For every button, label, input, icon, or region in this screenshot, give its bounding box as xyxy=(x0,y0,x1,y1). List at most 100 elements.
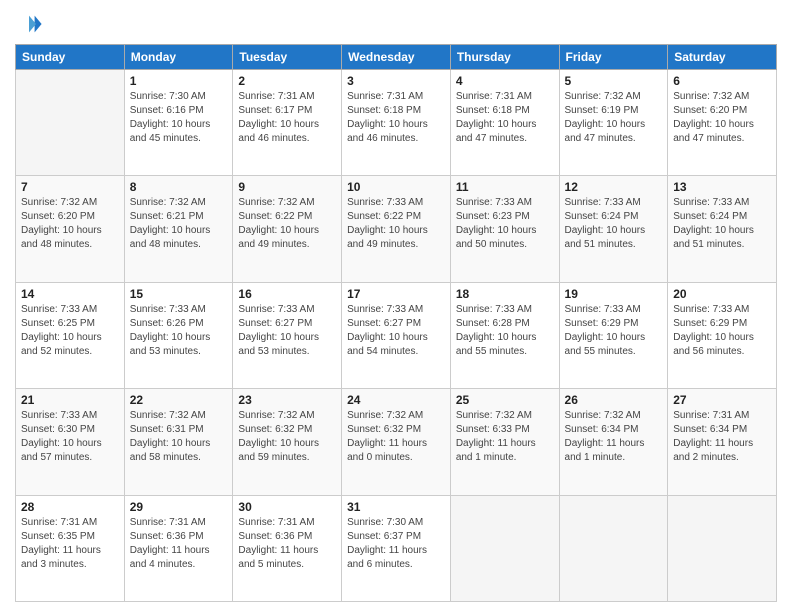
day-info: Sunrise: 7:31 AMSunset: 6:18 PMDaylight:… xyxy=(456,90,554,146)
day-info: Sunrise: 7:33 AMSunset: 6:24 PMDaylight:… xyxy=(565,196,663,252)
day-info: Sunrise: 7:32 AMSunset: 6:34 PMDaylight:… xyxy=(565,409,663,465)
day-number: 13 xyxy=(673,180,771,194)
day-info: Sunrise: 7:32 AMSunset: 6:21 PMDaylight:… xyxy=(130,196,228,252)
page: SundayMondayTuesdayWednesdayThursdayFrid… xyxy=(0,0,792,612)
calendar-cell: 17 Sunrise: 7:33 AMSunset: 6:27 PMDayligh… xyxy=(342,282,451,388)
calendar-cell: 26 Sunrise: 7:32 AMSunset: 6:34 PMDayligh… xyxy=(559,389,668,495)
calendar-cell: 5 Sunrise: 7:32 AMSunset: 6:19 PMDaylight… xyxy=(559,70,668,176)
day-info: Sunrise: 7:33 AMSunset: 6:30 PMDaylight:… xyxy=(21,409,119,465)
calendar-cell: 4 Sunrise: 7:31 AMSunset: 6:18 PMDaylight… xyxy=(450,70,559,176)
day-number: 25 xyxy=(456,393,554,407)
calendar-week-3: 14 Sunrise: 7:33 AMSunset: 6:25 PMDayligh… xyxy=(16,282,777,388)
calendar-week-1: 1 Sunrise: 7:30 AMSunset: 6:16 PMDaylight… xyxy=(16,70,777,176)
calendar-cell: 13 Sunrise: 7:33 AMSunset: 6:24 PMDayligh… xyxy=(668,176,777,282)
day-number: 12 xyxy=(565,180,663,194)
day-info: Sunrise: 7:33 AMSunset: 6:25 PMDaylight:… xyxy=(21,303,119,359)
calendar-cell: 6 Sunrise: 7:32 AMSunset: 6:20 PMDaylight… xyxy=(668,70,777,176)
calendar-cell: 8Sunrise: 7:32 AMSunset: 6:21 PMDaylight… xyxy=(124,176,233,282)
day-info: Sunrise: 7:31 AMSunset: 6:36 PMDaylight:… xyxy=(130,516,228,572)
calendar-cell: 16 Sunrise: 7:33 AMSunset: 6:27 PMDayligh… xyxy=(233,282,342,388)
day-info: Sunrise: 7:30 AMSunset: 6:37 PMDaylight:… xyxy=(347,516,445,572)
day-number: 26 xyxy=(565,393,663,407)
day-number: 3 xyxy=(347,74,445,88)
day-number: 5 xyxy=(565,74,663,88)
header-day-wednesday: Wednesday xyxy=(342,45,451,70)
header-day-sunday: Sunday xyxy=(16,45,125,70)
calendar-cell: 21 Sunrise: 7:33 AMSunset: 6:30 PMDayligh… xyxy=(16,389,125,495)
day-number: 30 xyxy=(238,500,336,514)
calendar-cell: 10 Sunrise: 7:33 AMSunset: 6:22 PMDayligh… xyxy=(342,176,451,282)
day-info: Sunrise: 7:32 AMSunset: 6:32 PMDaylight:… xyxy=(238,409,336,465)
day-number: 19 xyxy=(565,287,663,301)
day-number: 10 xyxy=(347,180,445,194)
day-info: Sunrise: 7:32 AMSunset: 6:33 PMDaylight:… xyxy=(456,409,554,465)
calendar-cell: 24Sunrise: 7:32 AMSunset: 6:32 PMDayligh… xyxy=(342,389,451,495)
calendar-week-4: 21 Sunrise: 7:33 AMSunset: 6:30 PMDayligh… xyxy=(16,389,777,495)
calendar-cell: 12 Sunrise: 7:33 AMSunset: 6:24 PMDayligh… xyxy=(559,176,668,282)
day-number: 22 xyxy=(130,393,228,407)
day-number: 17 xyxy=(347,287,445,301)
calendar-week-2: 7 Sunrise: 7:32 AMSunset: 6:20 PMDaylight… xyxy=(16,176,777,282)
calendar-cell: 2Sunrise: 7:31 AMSunset: 6:17 PMDaylight… xyxy=(233,70,342,176)
day-number: 4 xyxy=(456,74,554,88)
calendar-cell: 14 Sunrise: 7:33 AMSunset: 6:25 PMDayligh… xyxy=(16,282,125,388)
day-info: Sunrise: 7:33 AMSunset: 6:26 PMDaylight:… xyxy=(130,303,228,359)
header-day-friday: Friday xyxy=(559,45,668,70)
day-info: Sunrise: 7:33 AMSunset: 6:29 PMDaylight:… xyxy=(565,303,663,359)
calendar-week-5: 28 Sunrise: 7:31 AMSunset: 6:35 PMDayligh… xyxy=(16,495,777,601)
day-info: Sunrise: 7:31 AMSunset: 6:35 PMDaylight:… xyxy=(21,516,119,572)
calendar-cell xyxy=(16,70,125,176)
day-number: 11 xyxy=(456,180,554,194)
calendar-cell: 27 Sunrise: 7:31 AMSunset: 6:34 PMDayligh… xyxy=(668,389,777,495)
day-info: Sunrise: 7:30 AMSunset: 6:16 PMDaylight:… xyxy=(130,90,228,146)
header-day-thursday: Thursday xyxy=(450,45,559,70)
day-info: Sunrise: 7:33 AMSunset: 6:23 PMDaylight:… xyxy=(456,196,554,252)
calendar-cell: 25 Sunrise: 7:32 AMSunset: 6:33 PMDayligh… xyxy=(450,389,559,495)
day-info: Sunrise: 7:31 AMSunset: 6:17 PMDaylight:… xyxy=(238,90,336,146)
calendar-cell: 7 Sunrise: 7:32 AMSunset: 6:20 PMDaylight… xyxy=(16,176,125,282)
calendar-cell: 28 Sunrise: 7:31 AMSunset: 6:35 PMDayligh… xyxy=(16,495,125,601)
day-info: Sunrise: 7:33 AMSunset: 6:24 PMDaylight:… xyxy=(673,196,771,252)
calendar-cell: 19 Sunrise: 7:33 AMSunset: 6:29 PMDayligh… xyxy=(559,282,668,388)
calendar-cell xyxy=(668,495,777,601)
day-number: 31 xyxy=(347,500,445,514)
calendar-cell: 31 Sunrise: 7:30 AMSunset: 6:37 PMDayligh… xyxy=(342,495,451,601)
day-info: Sunrise: 7:32 AMSunset: 6:20 PMDaylight:… xyxy=(673,90,771,146)
day-number: 21 xyxy=(21,393,119,407)
day-number: 15 xyxy=(130,287,228,301)
logo-icon xyxy=(15,10,43,38)
day-info: Sunrise: 7:31 AMSunset: 6:18 PMDaylight:… xyxy=(347,90,445,146)
calendar-table: SundayMondayTuesdayWednesdayThursdayFrid… xyxy=(15,44,777,602)
day-number: 16 xyxy=(238,287,336,301)
header-day-monday: Monday xyxy=(124,45,233,70)
day-info: Sunrise: 7:33 AMSunset: 6:27 PMDaylight:… xyxy=(347,303,445,359)
calendar-cell: 18Sunrise: 7:33 AMSunset: 6:28 PMDayligh… xyxy=(450,282,559,388)
day-number: 14 xyxy=(21,287,119,301)
day-number: 6 xyxy=(673,74,771,88)
day-info: Sunrise: 7:31 AMSunset: 6:34 PMDaylight:… xyxy=(673,409,771,465)
day-info: Sunrise: 7:33 AMSunset: 6:27 PMDaylight:… xyxy=(238,303,336,359)
calendar-cell: 29Sunrise: 7:31 AMSunset: 6:36 PMDayligh… xyxy=(124,495,233,601)
day-info: Sunrise: 7:32 AMSunset: 6:20 PMDaylight:… xyxy=(21,196,119,252)
calendar-cell: 22Sunrise: 7:32 AMSunset: 6:31 PMDayligh… xyxy=(124,389,233,495)
day-number: 18 xyxy=(456,287,554,301)
calendar-cell: 15 Sunrise: 7:33 AMSunset: 6:26 PMDayligh… xyxy=(124,282,233,388)
calendar-cell xyxy=(559,495,668,601)
day-number: 27 xyxy=(673,393,771,407)
calendar-cell: 3 Sunrise: 7:31 AMSunset: 6:18 PMDaylight… xyxy=(342,70,451,176)
day-number: 1 xyxy=(130,74,228,88)
day-info: Sunrise: 7:32 AMSunset: 6:32 PMDaylight:… xyxy=(347,409,445,465)
day-info: Sunrise: 7:33 AMSunset: 6:29 PMDaylight:… xyxy=(673,303,771,359)
calendar-cell: 1 Sunrise: 7:30 AMSunset: 6:16 PMDaylight… xyxy=(124,70,233,176)
day-number: 9 xyxy=(238,180,336,194)
calendar-header-row: SundayMondayTuesdayWednesdayThursdayFrid… xyxy=(16,45,777,70)
day-number: 7 xyxy=(21,180,119,194)
day-number: 28 xyxy=(21,500,119,514)
day-info: Sunrise: 7:33 AMSunset: 6:22 PMDaylight:… xyxy=(347,196,445,252)
day-info: Sunrise: 7:32 AMSunset: 6:19 PMDaylight:… xyxy=(565,90,663,146)
day-info: Sunrise: 7:32 AMSunset: 6:22 PMDaylight:… xyxy=(238,196,336,252)
day-info: Sunrise: 7:31 AMSunset: 6:36 PMDaylight:… xyxy=(238,516,336,572)
calendar-cell: 30 Sunrise: 7:31 AMSunset: 6:36 PMDayligh… xyxy=(233,495,342,601)
header-day-tuesday: Tuesday xyxy=(233,45,342,70)
day-number: 23 xyxy=(238,393,336,407)
